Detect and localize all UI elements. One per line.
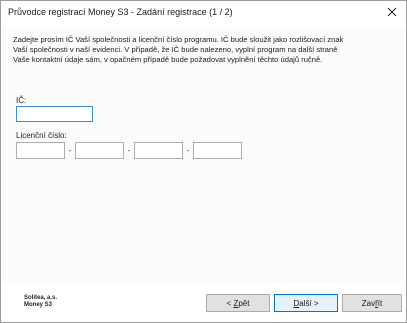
intro-line: Vaše kontaktní údaje sám, v opačném příp… (13, 55, 323, 64)
close-icon (387, 7, 397, 17)
back-button-prefix: < (226, 298, 234, 308)
company-name: Solitea, a.s. (24, 295, 58, 301)
license-part-1-input[interactable] (16, 141, 65, 159)
license-part-4-input[interactable] (193, 141, 242, 159)
license-number-label: Licenční číslo: (16, 131, 67, 140)
next-button-rest: alší > (299, 298, 319, 308)
company-info: Solitea, a.s. Money S3 (24, 295, 57, 308)
license-separator: - (127, 145, 131, 155)
close-button-prefix: Zav (361, 298, 376, 308)
license-separator: - (186, 145, 190, 155)
back-button-rest: pět (238, 298, 250, 308)
registration-wizard-window: Průvodce registrací Money S3 - Zadání re… (0, 0, 407, 323)
license-part-3-input[interactable] (134, 141, 183, 159)
close-button-rest: ít (377, 298, 383, 308)
wizard-content: Zadejte prosím IČ Vaší společnosti a lic… (2, 27, 404, 282)
window-title: Průvodce registrací Money S3 - Zadání re… (8, 7, 233, 17)
back-button[interactable]: < Zpět (206, 294, 270, 312)
license-separator: - (68, 145, 72, 155)
next-button[interactable]: Další > (274, 294, 338, 312)
close-window-button[interactable] (378, 1, 406, 23)
title-bar: Průvodce registrací Money S3 - Zadání re… (1, 1, 406, 23)
license-number-fields: - - - (16, 141, 242, 159)
product-name: Money S3 (24, 301, 53, 308)
close-button[interactable]: Zav ř ít (342, 294, 402, 312)
intro-text: Zadejte prosím IČ Vaší společnosti a lic… (13, 35, 398, 65)
ic-label: IČ: (16, 96, 27, 105)
intro-line: Zadejte prosím IČ Vaší společnosti a lic… (13, 35, 344, 44)
ic-input[interactable] (16, 106, 93, 122)
intro-line: Vaší společnosti v naší evidenci. V příp… (13, 45, 338, 54)
license-part-2-input[interactable] (75, 141, 124, 159)
wizard-footer: Solitea, a.s. Money S3 < Zpět Další > Za… (2, 284, 404, 320)
